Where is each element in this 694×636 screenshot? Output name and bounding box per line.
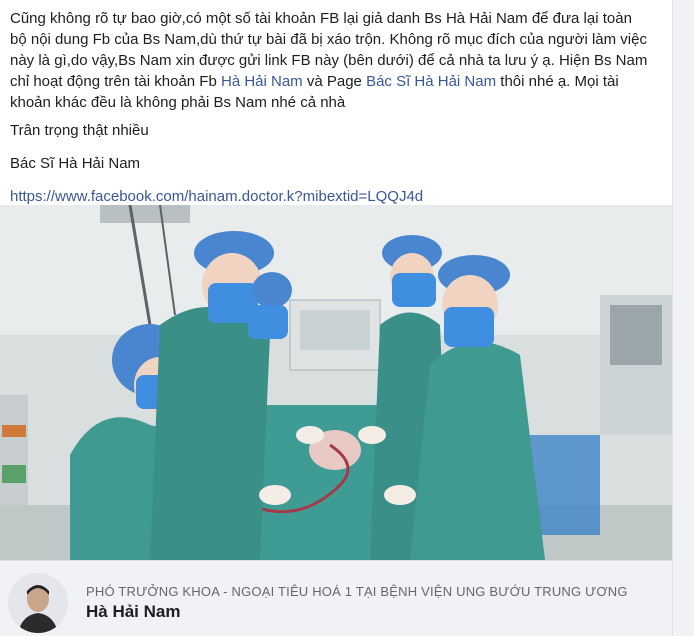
post-line: bộ nội dung Fb của Bs Nam,dù thứ tự bài … xyxy=(10,31,647,48)
post-paragraph: Cũng không rõ tự bao giờ,có một số tài k… xyxy=(10,8,676,113)
post-line: khoản khác đều là không phải Bs Nam nhé … xyxy=(10,94,346,111)
post-text: Cũng không rõ tự bao giờ,có một số tài k… xyxy=(10,8,676,207)
facebook-post: Cũng không rõ tự bao giờ,có một số tài k… xyxy=(0,0,694,636)
facebook-url-link[interactable]: https://www.facebook.com/hainam.doctor.k… xyxy=(10,188,423,205)
operating-room-photo[interactable] xyxy=(0,205,672,560)
post-line: chỉ hoạt động trên tài khoản Fb Hà Hải N… xyxy=(10,71,676,92)
avatar-icon xyxy=(8,573,68,633)
profile-avatar xyxy=(8,573,68,633)
right-gutter xyxy=(672,0,694,636)
post-line-text: chỉ hoạt động trên tài khoản Fb xyxy=(10,73,221,90)
regards-text: Trân trọng thật nhiều xyxy=(10,122,149,139)
post-line: này là gì,do vậy,Bs Nam xin được gửi lin… xyxy=(10,52,648,69)
link-preview-card[interactable]: PHÓ TRƯỞNG KHOA - NGOẠI TIÊU HOÁ 1 TẠI B… xyxy=(0,560,672,636)
post-line: Cũng không rõ tự bao giờ,có một số tài k… xyxy=(10,10,632,27)
operating-room-illustration xyxy=(0,205,672,560)
preview-title[interactable]: Hà Hải Nam xyxy=(86,602,180,622)
post-line-text: và Page xyxy=(302,73,367,90)
profile-link-ha-hai-nam[interactable]: Hà Hải Nam xyxy=(221,73,303,90)
signature-text: Bác Sĩ Hà Hải Nam xyxy=(10,155,141,172)
preview-subtitle: PHÓ TRƯỞNG KHOA - NGOẠI TIÊU HOÁ 1 TẠI B… xyxy=(86,584,628,599)
page-link-bac-si-ha-hai-nam[interactable]: Bác Sĩ Hà Hải Nam xyxy=(366,73,496,90)
post-line-text: thôi nhé ạ. Mọi tài xyxy=(496,73,619,90)
